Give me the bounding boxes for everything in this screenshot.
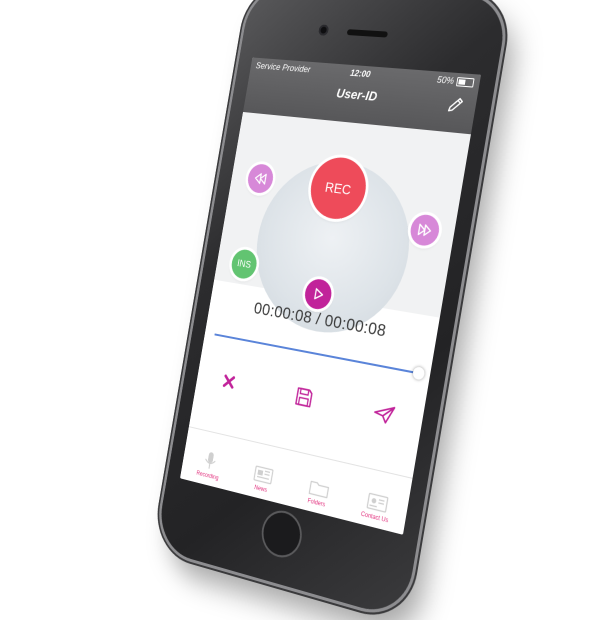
send-button[interactable] bbox=[366, 394, 403, 435]
clock: 12:00 bbox=[349, 68, 371, 79]
newspaper-icon bbox=[252, 464, 275, 487]
pencil-icon bbox=[446, 95, 466, 115]
save-button[interactable] bbox=[287, 378, 322, 418]
battery-percent: 50% bbox=[436, 75, 455, 86]
carrier-label: Service Provider bbox=[255, 61, 311, 75]
app-screen: Service Provider 12:00 50% User-ID REC I… bbox=[180, 57, 481, 534]
insert-button[interactable]: INS bbox=[230, 248, 259, 281]
insert-label: INS bbox=[236, 258, 251, 271]
recorder-controls: REC INS bbox=[214, 112, 471, 318]
progress-thumb[interactable] bbox=[412, 366, 425, 380]
close-icon bbox=[220, 372, 238, 392]
fast-forward-button[interactable] bbox=[408, 213, 441, 247]
contact-card-icon bbox=[364, 491, 389, 515]
paper-plane-icon bbox=[371, 402, 396, 427]
tab-label: Folders bbox=[307, 498, 326, 508]
tab-label: Recording bbox=[196, 471, 219, 482]
tab-label: News bbox=[254, 485, 268, 494]
total-time: 00:00:08 bbox=[323, 311, 387, 341]
record-label: REC bbox=[324, 179, 352, 198]
rewind-icon bbox=[253, 172, 268, 185]
phone-device: Service Provider 12:00 50% User-ID REC I… bbox=[155, 0, 510, 620]
rewind-button[interactable] bbox=[246, 163, 275, 195]
delete-button[interactable] bbox=[212, 363, 245, 401]
battery-indicator: 50% bbox=[436, 75, 475, 88]
folder-icon bbox=[307, 477, 331, 500]
edit-button[interactable] bbox=[443, 93, 468, 117]
floppy-disk-icon bbox=[293, 385, 316, 411]
battery-icon bbox=[456, 77, 475, 88]
play-icon bbox=[312, 287, 324, 301]
fast-forward-icon bbox=[416, 223, 433, 237]
microphone-icon bbox=[202, 450, 218, 472]
